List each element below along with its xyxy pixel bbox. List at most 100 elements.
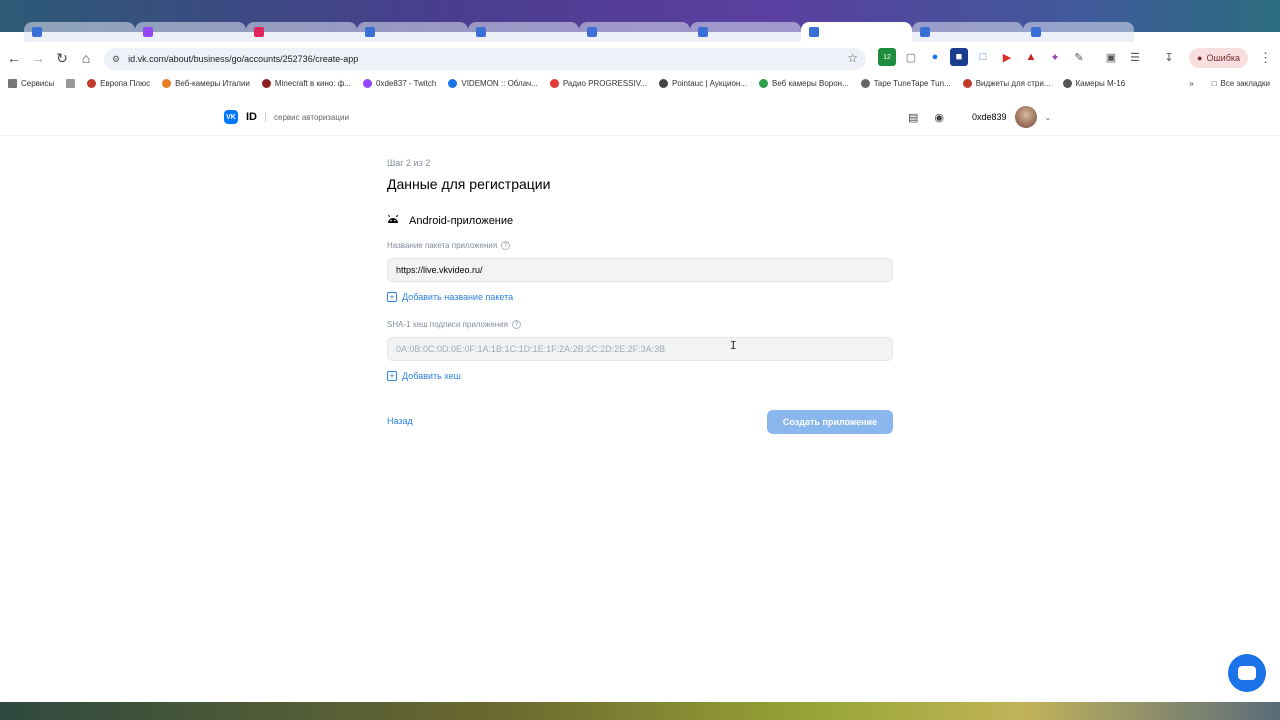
extension-icon[interactable]: ▢ (902, 48, 920, 66)
tab-favicon (809, 27, 819, 37)
download-icon[interactable]: ↧ (1160, 48, 1178, 66)
profile-error-button[interactable]: ● Ошибка (1189, 48, 1248, 68)
bookmark-star-icon[interactable]: ☆ (847, 51, 858, 65)
bookmark-item[interactable]: 0xde837 - Twitch (363, 78, 436, 88)
tab-favicon (1031, 27, 1041, 37)
bookmark-item[interactable]: Камеры М-16 (1062, 78, 1125, 88)
tab-strip (0, 22, 1280, 44)
document-icon[interactable]: ▤ (908, 111, 918, 124)
tab-favicon (698, 27, 708, 37)
tab-favicon (143, 27, 153, 37)
package-field-label: Название пакета приложения ? (387, 241, 893, 250)
help-icon[interactable]: ? (511, 320, 521, 329)
all-bookmarks-button[interactable]: □ Все закладки (1212, 79, 1270, 88)
browser-tab[interactable] (912, 22, 1023, 42)
user-menu[interactable]: 0xde839 ⌄ (972, 106, 1051, 128)
all-bookmarks-label: Все закладки (1220, 78, 1270, 88)
browser-tab[interactable] (135, 22, 246, 42)
bookmark-item[interactable]: Веб-камеры Италии (162, 78, 250, 88)
bookmark-label: Европа Плюс (100, 78, 151, 88)
extension-icon[interactable]: ✦ (1046, 48, 1064, 66)
more-bookmarks-icon[interactable]: » (1189, 79, 1193, 88)
bookmark-label: Веб-камеры Италии (175, 78, 250, 88)
tab-favicon (476, 27, 486, 37)
bookmark-item[interactable]: Европа Плюс (87, 78, 151, 88)
bookmark-favicon (162, 78, 172, 88)
text-cursor-icon: I (730, 339, 737, 352)
help-icon[interactable]: ? (501, 241, 511, 250)
bookmark-item[interactable]: VIDEMON :: Облач... (448, 78, 538, 88)
create-app-button[interactable]: Создать приложение (767, 410, 893, 434)
bookmark-item[interactable]: Виджеты для стри... (962, 78, 1051, 88)
puzzle-icon[interactable]: ✎ (1070, 48, 1088, 66)
add-package-label: Добавить название пакета (402, 292, 514, 302)
bookmark-label: Pointauc | Аукцион... (671, 78, 747, 88)
headset-icon[interactable]: ◉ (934, 111, 944, 124)
sha-field-label: SHA-1 хеш подписи приложения ? (387, 320, 893, 329)
bookmark-label: Сервисы (21, 78, 55, 88)
tab-favicon (32, 27, 42, 37)
package-name-input[interactable]: https://live.vkvideo.ru/ (387, 258, 893, 282)
android-icon (387, 214, 399, 227)
bookmark-favicon (261, 78, 271, 88)
bookmark-favicon (1062, 78, 1072, 88)
browser-tab[interactable] (468, 22, 579, 42)
bookmark-favicon (658, 78, 668, 88)
pdf-icon[interactable]: ▲ (1022, 48, 1040, 66)
bookmark-label: Tape TuneTape Tun... (873, 78, 951, 88)
bookmark-item[interactable]: Tape TuneTape Tun... (860, 78, 951, 88)
extension-icon[interactable]: ● (926, 48, 944, 66)
forward-arrow-icon[interactable]: → (26, 46, 50, 70)
registration-form: Шаг 2 из 2 Данные для регистрации Androi… (387, 158, 893, 381)
support-chat-button[interactable] (1228, 654, 1266, 692)
bookmark-item[interactable]: Сервисы (8, 78, 55, 88)
bookmark-item[interactable]: Радио PROGRESSIV... (549, 78, 647, 88)
back-button[interactable]: Назад (387, 416, 413, 426)
add-package-button[interactable]: + Добавить название пакета (387, 292, 893, 302)
bookmark-label: VIDEMON :: Облач... (461, 78, 538, 88)
site-settings-icon[interactable]: ⚙ (112, 54, 120, 65)
browser-toolbar: ← → ↻ ⌂ ⚙ id.vk.com/about/business/go/ac… (0, 44, 1280, 72)
vk-id-logo[interactable]: VK ID сервис авторизации (224, 110, 349, 124)
tab-favicon (920, 27, 930, 37)
form-actions: Назад Создать приложение (387, 410, 893, 434)
back-arrow-icon[interactable]: ← (2, 46, 26, 70)
menu-kebab-icon[interactable]: ⋮ (1259, 50, 1272, 66)
browser-tab[interactable] (579, 22, 690, 42)
bookmark-item[interactable] (66, 78, 76, 88)
desktop-background-bottom (0, 702, 1280, 720)
add-hash-button[interactable]: + Добавить хеш (387, 371, 893, 381)
page-title: Данные для регистрации (387, 176, 551, 192)
profile-icon: ● (1197, 53, 1203, 63)
extension-icon[interactable]: ▶ (998, 48, 1016, 66)
reload-icon[interactable]: ↻ (50, 46, 74, 70)
screenshot-icon[interactable]: ▣ (1102, 48, 1120, 66)
browser-tab[interactable] (690, 22, 801, 42)
apps-grid-icon (8, 78, 17, 88)
browser-tab[interactable] (24, 22, 135, 42)
browser-tab[interactable] (357, 22, 468, 42)
bookmark-item[interactable]: Pointauc | Аукцион... (658, 78, 747, 88)
platform-heading: Android-приложение (387, 214, 893, 227)
browser-tab-active[interactable] (801, 22, 912, 42)
extension-icon[interactable]: 12 (878, 48, 896, 66)
browser-tab[interactable] (1023, 22, 1134, 42)
page-header: VK ID сервис авторизации ▤ ◉ 0xde839 ⌄ (0, 102, 1280, 136)
extension-icon[interactable]: ■ (950, 48, 968, 66)
bookmarks-right: » □ Все закладки (1189, 74, 1270, 92)
plus-icon: + (387, 292, 397, 302)
grid-icon (66, 78, 76, 88)
bookmark-item[interactable]: Веб камеры Ворон... (758, 78, 849, 88)
address-bar[interactable]: ⚙ id.vk.com/about/business/go/accounts/2… (104, 48, 866, 70)
header-divider (265, 112, 266, 122)
sha-hash-input[interactable]: 0A:0B:0C:0D:0E:0F:1A:1B:1C:1D:1E:1F:2A:2… (387, 337, 893, 361)
browser-tab[interactable] (246, 22, 357, 42)
platform-label: Android-приложение (409, 214, 514, 227)
media-icon[interactable]: ☰ (1126, 48, 1144, 66)
bookmark-item[interactable]: Minecraft в кино: ф... (261, 78, 352, 88)
bookmark-favicon (448, 78, 458, 88)
rocket-icon (549, 78, 559, 88)
home-icon[interactable]: ⌂ (74, 46, 98, 70)
translate-icon[interactable]: □ (974, 48, 992, 66)
bookmark-label: Minecraft в кино: ф... (274, 78, 352, 88)
